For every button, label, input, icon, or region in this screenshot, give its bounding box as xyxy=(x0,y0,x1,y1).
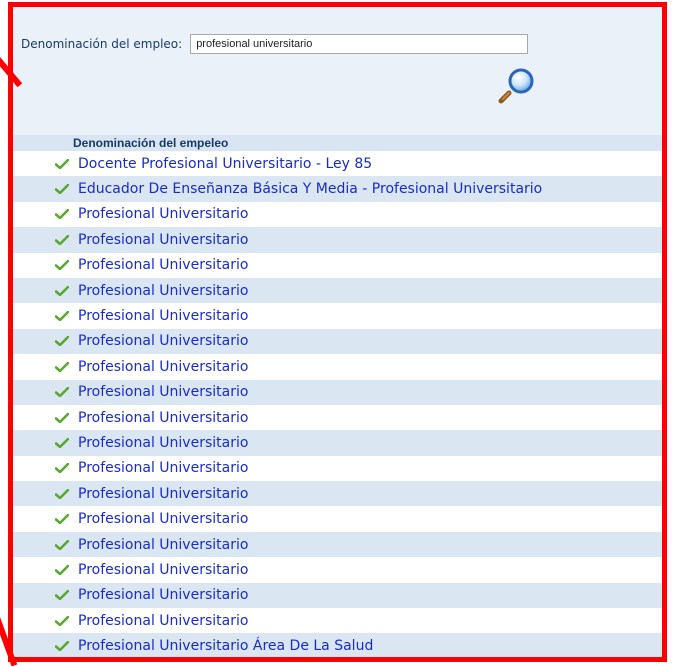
list-item[interactable]: Profesional Universitario xyxy=(13,303,662,329)
list-item[interactable]: Profesional Universitario xyxy=(13,227,662,253)
list-item[interactable]: Profesional Universitario xyxy=(13,582,662,609)
list-item-link[interactable]: Profesional Universitario xyxy=(78,384,248,400)
list-item[interactable]: Profesional Universitario xyxy=(13,328,662,355)
list-item-link[interactable]: Profesional Universitario xyxy=(78,232,248,248)
list-item-link[interactable]: Profesional Universitario xyxy=(78,537,248,553)
list-item[interactable]: Profesional Universitario xyxy=(13,404,662,431)
list-item-link[interactable]: Profesional Universitario xyxy=(78,333,248,349)
list-item[interactable]: Profesional Universitario xyxy=(13,252,662,278)
list-item-link[interactable]: Profesional Universitario xyxy=(78,359,248,375)
check-icon xyxy=(55,514,69,525)
list-item-link[interactable]: Profesional Universitario xyxy=(78,460,248,476)
list-item-link[interactable]: Profesional Universitario xyxy=(78,257,248,273)
list-item-link[interactable]: Profesional Universitario xyxy=(78,435,248,451)
list-item[interactable]: Profesional Universitario xyxy=(13,379,662,405)
list-item-link[interactable]: Profesional Universitario xyxy=(78,308,248,324)
check-icon xyxy=(55,463,69,474)
list-item[interactable]: Profesional Universitario xyxy=(13,557,662,583)
list-item[interactable]: Profesional Universitario xyxy=(13,430,662,456)
list-item[interactable]: Docente Profesional Universitario - Ley … xyxy=(13,151,662,177)
check-icon xyxy=(55,234,69,245)
results-list: Denominación del empeleo Docente Profesi… xyxy=(13,135,662,657)
list-item-link[interactable]: Profesional Universitario xyxy=(78,587,248,603)
list-item-link[interactable]: Profesional Universitario xyxy=(78,562,248,578)
column-header: Denominación del empeleo xyxy=(13,135,662,151)
search-input[interactable] xyxy=(190,34,529,54)
list-item-link[interactable]: Profesional Universitario xyxy=(78,410,248,426)
list-item-link[interactable]: Profesional Universitario xyxy=(78,486,248,502)
check-icon xyxy=(55,336,69,347)
list-item-link[interactable]: Educador De Enseñanza Básica Y Media - P… xyxy=(78,181,542,197)
check-icon xyxy=(55,564,69,575)
check-icon xyxy=(55,488,69,499)
list-item[interactable]: Profesional Universitario xyxy=(13,354,662,380)
search-button[interactable] xyxy=(497,65,537,105)
search-label: Denominación del empleo: xyxy=(21,37,183,51)
check-icon xyxy=(55,615,69,626)
check-icon xyxy=(55,590,69,601)
list-item[interactable]: Profesional Universitario xyxy=(13,277,662,304)
rows-container: Docente Profesional Universitario - Ley … xyxy=(13,151,662,657)
check-icon xyxy=(55,641,69,652)
list-item[interactable]: Profesional Universitario xyxy=(13,608,662,634)
list-item[interactable]: Profesional Universitario xyxy=(13,506,662,532)
list-item-link[interactable]: Profesional Universitario xyxy=(78,613,248,629)
check-icon xyxy=(55,158,69,169)
check-icon xyxy=(55,285,69,296)
list-item[interactable]: Profesional Universitario xyxy=(13,481,662,507)
check-icon xyxy=(55,260,69,271)
list-item-link[interactable]: Profesional Universitario xyxy=(78,283,248,299)
list-item[interactable]: Profesional Universitario xyxy=(13,531,662,558)
list-item-link[interactable]: Profesional Universitario Área De La Sal… xyxy=(78,638,373,654)
check-icon xyxy=(55,387,69,398)
check-icon xyxy=(55,361,69,372)
list-item[interactable]: Profesional Universitario xyxy=(13,455,662,482)
list-item[interactable]: Profesional Universitario Área De La Sal… xyxy=(13,633,662,657)
check-icon xyxy=(55,539,69,550)
magnifier-icon xyxy=(498,68,534,104)
list-item[interactable]: Profesional Universitario xyxy=(13,201,662,228)
check-icon xyxy=(55,311,69,322)
check-icon xyxy=(55,209,69,220)
check-icon xyxy=(55,184,69,195)
highlight-frame: Denominación del empleo: Denominación de… xyxy=(8,2,667,662)
list-item-link[interactable]: Docente Profesional Universitario - Ley … xyxy=(78,156,372,172)
list-item[interactable]: Educador De Enseñanza Básica Y Media - P… xyxy=(13,176,662,202)
check-icon xyxy=(55,412,69,423)
list-item-link[interactable]: Profesional Universitario xyxy=(78,206,248,222)
search-row: Denominación del empleo: xyxy=(21,33,529,55)
list-item-link[interactable]: Profesional Universitario xyxy=(78,511,248,527)
check-icon xyxy=(55,437,69,448)
